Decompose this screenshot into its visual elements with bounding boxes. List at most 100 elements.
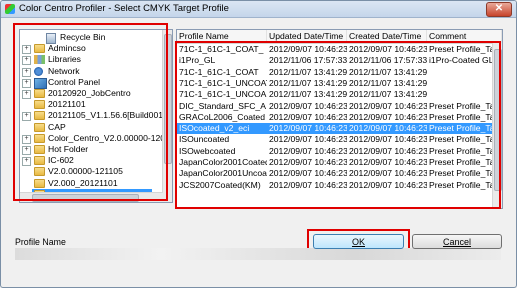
list-row[interactable]: JapanColor2001Coated 2012/09/07 10:46:23 2… xyxy=(177,157,494,168)
list-row[interactable]: i1Pro_GL 2012/11/06 17:57:33 2012/11/06 17… xyxy=(177,55,494,66)
created-cell: 2012/09/07 10:46:23 xyxy=(349,157,427,167)
profile-name-field[interactable] xyxy=(15,248,501,260)
updated-cell: 2012/11/07 13:41:29 xyxy=(269,66,347,77)
cancel-button[interactable]: Cancel xyxy=(412,234,502,249)
profile-name-cell: 71C-1_61C-1_COAT xyxy=(179,66,259,77)
profile-name-cell: i1Pro_GL xyxy=(179,55,216,66)
profile-name-cell: 71C-1_61C-1_UNCOAT xyxy=(179,77,267,88)
folder-icon xyxy=(34,145,45,154)
created-cell: 2012/09/07 10:46:23 xyxy=(349,123,427,134)
created-cell: 2012/09/07 10:46:23 xyxy=(349,100,427,111)
profile-name-cell: JCS2007Coated(KM) xyxy=(179,179,261,190)
tree-item-label: 20121101 xyxy=(48,99,86,110)
updated-cell: 2012/11/06 17:57:33 xyxy=(269,55,347,66)
folder-icon xyxy=(34,167,45,177)
comment-cell: Preset Profile_Ta xyxy=(429,145,494,156)
tree-item-label: IC-602 xyxy=(48,155,74,166)
updated-cell: 2012/09/07 10:46:23 xyxy=(269,157,347,167)
column-header-updated[interactable]: Updated Date/Time xyxy=(267,30,347,43)
comment-cell: Preset Profile_Ta xyxy=(429,134,494,145)
updated-cell: 2012/09/07 10:46:23 xyxy=(269,123,347,134)
profile-name-cell: DIC_Standard_SFC_A xyxy=(179,100,266,111)
list-row[interactable]: 71C-1_61C-1_UNCOAT 2012/11/07 13:41:29 201… xyxy=(177,78,494,89)
updated-cell: 2012/09/07 10:46:23 xyxy=(269,44,347,54)
profile-name-cell: ISOwebcoated xyxy=(179,145,236,156)
created-cell: 2012/09/07 10:46:23 xyxy=(349,111,427,122)
expand-toggle[interactable]: + xyxy=(22,67,31,77)
list-vertical-scrollbar[interactable] xyxy=(492,43,502,208)
list-row[interactable]: GRACoL2006_Coated 2012/09/07 10:46:23 2012… xyxy=(177,112,494,123)
comment-cell: Preset Profile_Ta xyxy=(429,111,494,122)
updated-cell: 2012/11/07 13:41:29 xyxy=(269,89,347,100)
profile-name-cell: ISOcoated_v2_eci xyxy=(179,123,250,134)
comment-cell: Preset Profile_Ta xyxy=(429,44,494,54)
created-cell: 2012/11/07 13:41:29 xyxy=(349,77,427,88)
created-cell: 2012/09/07 10:46:23 xyxy=(349,145,427,156)
folder-icon xyxy=(34,111,45,121)
column-header-comment[interactable]: Comment xyxy=(427,30,502,43)
list-row[interactable]: JapanColor2001Uncoa 2012/09/07 10:46:23 20… xyxy=(177,168,494,179)
profile-name-cell: JapanColor2001Uncoa xyxy=(179,168,267,179)
profile-list[interactable]: Profile Name Updated Date/Time Created D… xyxy=(176,29,503,209)
user-folder-icon xyxy=(34,44,45,54)
expand-toggle[interactable]: + xyxy=(22,146,31,155)
expand-toggle[interactable]: + xyxy=(22,56,31,66)
app-icon xyxy=(5,4,15,14)
list-row[interactable]: DIC_Standard_SFC_A 2012/09/07 10:46:23 201… xyxy=(177,101,494,112)
list-row[interactable]: ISOuncoated 2012/09/07 10:46:23 2012/09/07… xyxy=(177,134,494,145)
tree-item-label: V2.000_20121101 xyxy=(48,177,118,188)
expand-toggle[interactable]: + xyxy=(22,78,31,88)
list-row[interactable]: JCS2007Coated(KM) 2012/09/07 10:46:23 2012… xyxy=(177,180,494,191)
comment-cell: Preset Profile_Ta xyxy=(429,123,494,134)
close-button[interactable]: ✕ xyxy=(486,2,512,17)
expand-toggle[interactable]: + xyxy=(22,157,31,167)
list-row[interactable]: 71C-1_61C-1_COAT_ 2012/09/07 10:46:23 2012… xyxy=(177,44,494,55)
list-row[interactable]: ISOwebcoated 2012/09/07 10:46:23 2012/09/0… xyxy=(177,146,494,157)
tree-horizontal-scrollbar[interactable] xyxy=(20,192,163,202)
ok-button[interactable]: OK xyxy=(313,234,404,249)
tree-item-label: Recycle Bin xyxy=(60,32,106,42)
comment-cell: Preset Profile_Ta xyxy=(429,157,494,167)
tree-scroll-thumb[interactable] xyxy=(164,34,172,164)
folder-icon xyxy=(34,122,45,132)
folder-icon xyxy=(34,89,45,98)
tree-item-label: Admincso xyxy=(48,43,86,54)
list-scroll-thumb[interactable] xyxy=(494,49,502,191)
column-header-created[interactable]: Created Date/Time xyxy=(347,30,427,43)
profile-select-dialog: Color Centro Profiler - Select CMYK Targ… xyxy=(0,0,517,288)
list-row[interactable]: 71C-1_61C-1_UNCOA 2012/11/07 13:41:29 2012… xyxy=(177,89,494,100)
profile-name-cell: 71C-1_61C-1_COAT_ xyxy=(179,44,264,54)
updated-cell: 2012/09/07 10:46:23 xyxy=(269,145,347,156)
expand-toggle[interactable]: + xyxy=(22,134,31,144)
column-header-profile-name[interactable]: Profile Name xyxy=(177,30,267,43)
expand-toggle[interactable]: + xyxy=(22,112,31,122)
profile-name-label: Profile Name xyxy=(15,237,66,247)
expand-toggle[interactable]: + xyxy=(22,45,31,55)
profile-name-cell: GRACoL2006_Coated xyxy=(179,111,265,122)
expand-toggle[interactable]: + xyxy=(22,90,31,99)
folder-tree[interactable]: Recycle Bin + Admincso + Libraries + Network + C… xyxy=(19,29,173,203)
tree-item-label: CAP xyxy=(48,121,66,132)
tree-item-label: Control Panel xyxy=(48,76,101,87)
window-title: Color Centro Profiler - Select CMYK Targ… xyxy=(19,3,229,14)
profile-name-cell: 71C-1_61C-1_UNCOA xyxy=(179,89,267,100)
folder-icon xyxy=(34,178,45,188)
cancel-button-label: Cancel xyxy=(442,237,471,247)
tree-item-label: 20120920_JobCentro xyxy=(48,88,131,98)
comment-cell: Preset Profile_Ta xyxy=(429,100,494,111)
profile-name-cell: JapanColor2001Coated xyxy=(179,157,267,167)
folder-icon xyxy=(34,156,45,166)
tree-hscroll-thumb[interactable] xyxy=(32,194,139,202)
tree-vertical-scrollbar[interactable] xyxy=(162,30,172,202)
control-panel-icon xyxy=(34,77,47,89)
folder-icon xyxy=(34,100,45,110)
list-row[interactable]: 71C-1_61C-1_COAT 2012/11/07 13:41:29 2012/… xyxy=(177,67,494,78)
updated-cell: 2012/11/07 13:41:29 xyxy=(269,77,347,88)
created-cell: 2012/09/07 10:46:23 xyxy=(349,179,427,190)
list-row[interactable]: ISOcoated_v2_eci 2012/09/07 10:46:23 2012/… xyxy=(177,123,494,135)
tree-item-label: Hot Folder xyxy=(48,144,89,154)
title-bar: Color Centro Profiler - Select CMYK Targ… xyxy=(1,1,516,18)
created-cell: 2012/09/07 10:46:23 xyxy=(349,168,427,179)
created-cell: 2012/09/07 10:46:23 xyxy=(349,134,427,145)
folder-icon xyxy=(34,133,45,143)
